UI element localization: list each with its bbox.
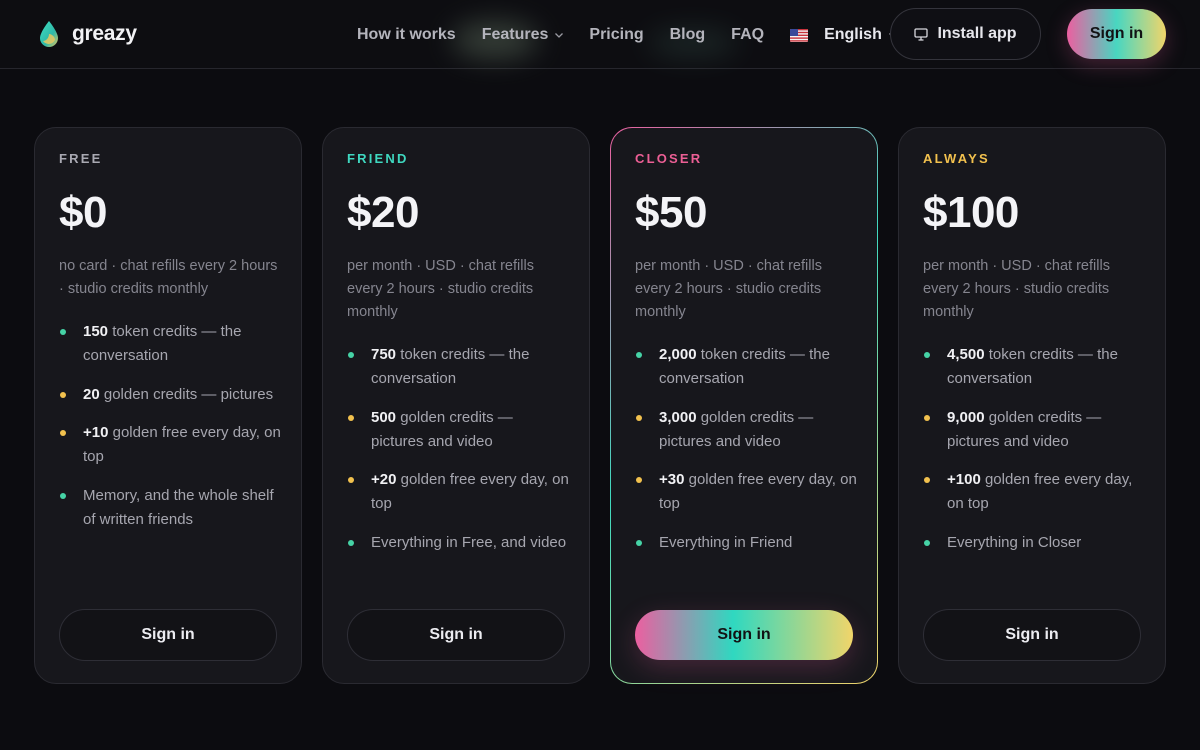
plan-tier-label: CLOSER	[635, 151, 703, 166]
plan-card-free: FREE $0 no card · chat refills every 2 hou…	[34, 127, 302, 684]
bullet-dot-icon	[636, 477, 642, 483]
feature-amount: 20	[83, 385, 100, 403]
feature-text: token credits — the conversation	[371, 346, 534, 387]
plan-feature-item: 500 golden credits — pictures and video	[347, 406, 569, 454]
feature-amount: +20	[371, 471, 397, 488]
brand-name: greazy	[72, 22, 137, 45]
plan-feature-item: 2,000 token credits — the conversation	[635, 343, 857, 391]
bullet-dot-icon	[60, 329, 66, 335]
plan-feature-item: Everything in Closer	[923, 531, 1145, 555]
bullet-dot-icon	[636, 414, 642, 421]
plan-feature-item: 20 golden credits — pictures	[59, 383, 281, 407]
plan-feature-item: 750 token credits — the conversation	[347, 343, 569, 391]
plan-feature-item: +100 golden free every day, on top	[923, 468, 1145, 516]
plan-sign-in-button[interactable]: Sign in	[347, 609, 565, 661]
plan-feature-item: 150 token credits — the conversation	[59, 320, 281, 368]
plan-feature-item: +20 golden free every day, on top	[347, 468, 569, 516]
bullet-dot-icon	[348, 352, 354, 358]
plan-feature-item: Everything in Friend	[635, 531, 857, 555]
plan-subtitle: per month · USD · chat refills every 2 h…	[923, 258, 1110, 320]
feature-amount: 2,000	[659, 346, 697, 363]
plan-price: $20	[347, 188, 419, 237]
bullet-dot-icon	[348, 539, 354, 546]
bullet-dot-icon	[636, 352, 642, 358]
nav-blog[interactable]: Blog	[670, 26, 706, 44]
plan-feature-list: 2,000 token credits — the conversation 3,…	[635, 343, 857, 569]
feature-amount: 150	[83, 323, 109, 340]
bullet-dot-icon	[924, 539, 930, 546]
plan-card-friend: FRIEND $20 per month · USD · chat refills …	[322, 127, 590, 684]
bullet-dot-icon	[924, 352, 930, 358]
language-label: English	[824, 26, 882, 43]
plan-feature-list: 4,500 token credits — the conversation 9,…	[923, 343, 1145, 569]
bullet-dot-icon	[348, 414, 354, 421]
bullet-dot-icon	[636, 539, 642, 546]
bullet-dot-icon	[60, 430, 66, 436]
feature-amount: 500	[371, 408, 397, 426]
plan-sign-in-button[interactable]: Sign in	[923, 609, 1141, 661]
plan-tier-label: FREE	[59, 151, 103, 166]
plan-tier-label: FRIEND	[347, 151, 409, 166]
feature-amount: 3,000	[659, 408, 697, 426]
language-selector[interactable]: English	[790, 26, 898, 44]
feature-amount: +30	[659, 471, 685, 488]
bullet-dot-icon	[924, 477, 930, 483]
feature-amount: +10	[83, 424, 109, 441]
feature-text: golden free every day, on top	[371, 471, 573, 512]
nav-faq[interactable]: FAQ	[731, 26, 764, 44]
feature-text: Memory, and the whole shelf of written f…	[83, 486, 278, 528]
plan-feature-item: +10 golden free every day, on top	[59, 421, 281, 469]
plan-card-closer: CLOSER $50 per month · USD · chat refills …	[610, 127, 878, 684]
top-navigation-bar: greazy How it works Features Pricing Blo…	[0, 0, 1200, 69]
main-nav: How it works Features Pricing Blog FAQ E…	[357, 22, 898, 48]
feature-amount: +100	[947, 471, 981, 488]
us-flag-icon	[790, 28, 809, 42]
plan-subtitle: no card · chat refills every 2 hours · s…	[59, 258, 278, 297]
feature-text: token credits — the conversation	[83, 323, 246, 364]
plan-subtitle: per month · USD · chat refills every 2 h…	[635, 258, 822, 320]
plan-price: $100	[923, 188, 1019, 237]
bullet-dot-icon	[924, 414, 930, 421]
plan-sign-in-button[interactable]: Sign in	[59, 609, 277, 661]
nav-pricing[interactable]: Pricing	[589, 26, 643, 44]
install-app-label: Install app	[937, 25, 1017, 42]
bullet-dot-icon	[60, 391, 66, 398]
plan-feature-item: 9,000 golden credits — pictures and vide…	[923, 406, 1145, 454]
plan-feature-item: +30 golden free every day, on top	[635, 468, 857, 516]
plan-feature-list: 150 token credits — the conversation 20 g…	[59, 320, 281, 546]
plan-card-always: ALWAYS $100 per month · USD · chat refills…	[898, 127, 1166, 684]
plan-subtitle: per month · USD · chat refills every 2 h…	[347, 258, 534, 320]
plan-feature-item: 4,500 token credits — the conversation	[923, 343, 1145, 391]
chevron-down-icon	[555, 33, 564, 38]
feature-text: golden free every day, on top	[659, 471, 861, 512]
header-sign-in-button[interactable]: Sign in	[1067, 9, 1166, 59]
plan-feature-item: Everything in Free, and video	[347, 531, 569, 555]
nav-features[interactable]: Features	[482, 26, 565, 44]
plan-price: $0	[59, 188, 107, 237]
bullet-dot-icon	[348, 477, 354, 483]
nav-how-it-works[interactable]: How it works	[357, 26, 456, 44]
brand-logo[interactable]: greazy	[38, 19, 137, 49]
monitor-icon	[914, 27, 929, 41]
feature-text: Everything in Closer	[947, 533, 1082, 551]
feature-amount: 750	[371, 346, 397, 363]
bullet-dot-icon	[60, 492, 66, 499]
feature-amount: 4,500	[947, 346, 985, 363]
feature-amount: 9,000	[947, 408, 985, 426]
plan-price: $50	[635, 188, 707, 237]
nav-features-label: Features	[481, 26, 549, 43]
plan-tier-label: ALWAYS	[923, 151, 990, 166]
feature-text: golden free every day, on top	[83, 424, 285, 465]
plan-feature-item: Memory, and the whole shelf of written f…	[59, 484, 281, 532]
plan-sign-in-button[interactable]: Sign in	[635, 610, 853, 660]
install-app-button[interactable]: Install app	[890, 8, 1041, 60]
feature-text: Everything in Free, and video	[371, 533, 567, 551]
plan-feature-list: 750 token credits — the conversation 500 …	[347, 343, 569, 569]
feature-text: golden credits — pictures	[99, 385, 274, 403]
feature-text: Everything in Friend	[659, 533, 793, 551]
plan-feature-item: 3,000 golden credits — pictures and vide…	[635, 406, 857, 454]
droplet-logo-icon	[40, 21, 58, 47]
